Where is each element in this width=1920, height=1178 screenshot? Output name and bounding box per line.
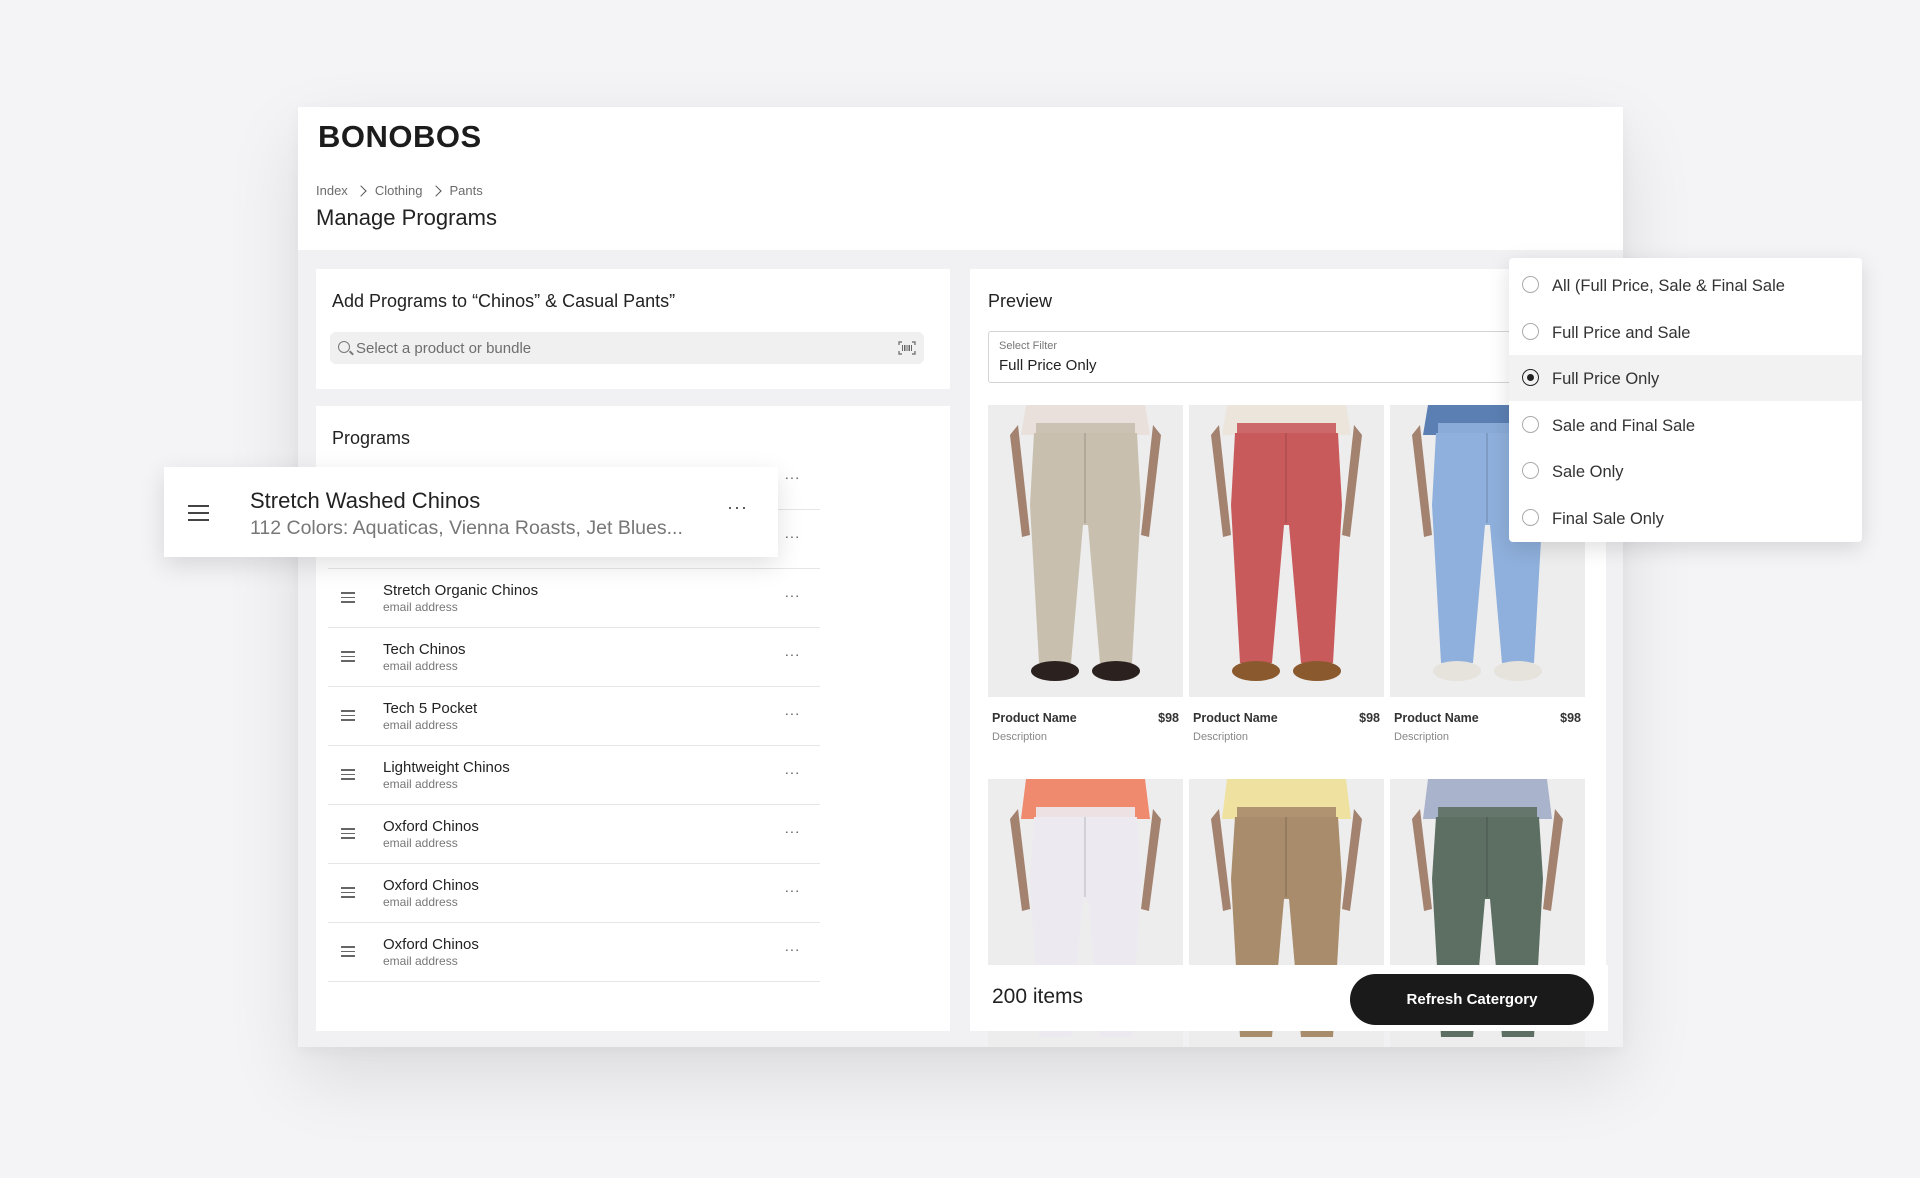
drag-handle-icon[interactable]: [341, 828, 355, 839]
more-options-icon[interactable]: ···: [785, 823, 801, 839]
product-name: Product Name: [992, 711, 1077, 725]
drag-handle-icon[interactable]: [341, 710, 355, 721]
program-name: Stretch Organic Chinos: [383, 582, 539, 599]
program-row[interactable]: Stretch Organic Chinos email address ···: [328, 569, 820, 628]
filter-option-label: Full Price and Sale: [1552, 323, 1691, 342]
program-subtitle: email address: [383, 895, 458, 909]
filter-value: Full Price Only: [999, 357, 1097, 374]
search-icon: [338, 341, 350, 353]
product-description: Description: [1394, 731, 1450, 743]
programs-title: Programs: [332, 428, 411, 448]
filter-option-label: Full Price Only: [1552, 370, 1660, 388]
program-row[interactable]: Lightweight Chinos email address ···: [328, 746, 820, 805]
more-options-icon[interactable]: ···: [785, 469, 801, 485]
program-name: Oxford Chinos: [383, 936, 479, 953]
drag-handle-icon[interactable]: [341, 651, 355, 662]
chevron-right-icon: [429, 184, 442, 197]
filter-option[interactable]: Full Price Only: [1509, 355, 1862, 401]
program-name: Tech Chinos: [383, 641, 466, 658]
breadcrumb-pants[interactable]: Pants: [450, 183, 483, 198]
program-row[interactable]: Oxford Chinos email address ···: [328, 805, 820, 864]
filter-option-label: Sale Only: [1552, 463, 1624, 481]
breadcrumb-clothing[interactable]: Clothing: [375, 183, 423, 198]
header: BONOBOS Index Clothing Pants Manage Prog…: [298, 107, 1623, 250]
product-name: Product Name: [1193, 711, 1278, 725]
filter-option-label: Sale and Final Sale: [1552, 416, 1696, 435]
filter-option[interactable]: Full Price and Sale: [1509, 309, 1862, 355]
program-row[interactable]: Tech Chinos email address ···: [328, 628, 820, 687]
more-options-icon[interactable]: ···: [785, 764, 801, 780]
drag-handle-icon[interactable]: [341, 887, 355, 898]
radio-button-icon[interactable]: [1522, 276, 1539, 293]
dragging-program-row[interactable]: Stretch Washed Chinos 112 Colors: Aquati…: [164, 467, 778, 557]
filter-option-label: Final Sale Only: [1552, 509, 1664, 528]
page-title: Manage Programs: [316, 205, 497, 230]
product-price: $98: [1359, 711, 1380, 725]
more-options-icon[interactable]: ···: [785, 646, 801, 662]
preview-footer: 200 items Refresh Catergory: [970, 965, 1608, 1031]
drag-handle-icon[interactable]: [341, 946, 355, 957]
filter-options-menu: All (Full Price, Sale & Final Sale Full P…: [1509, 258, 1862, 542]
breadcrumb: Index Clothing Pants: [316, 183, 483, 198]
product-price: $98: [1158, 711, 1179, 725]
product-price: $98: [1560, 711, 1581, 725]
filter-option-label: All (Full Price, Sale & Final Sale: [1552, 277, 1785, 295]
product-name: Product Name: [1394, 711, 1479, 725]
breadcrumb-index[interactable]: Index: [316, 183, 348, 198]
search-placeholder: Select a product or bundle: [356, 340, 532, 357]
radio-button-icon[interactable]: [1522, 415, 1539, 433]
program-subtitle: email address: [383, 600, 458, 614]
app-window: BONOBOS Index Clothing Pants Manage Prog…: [298, 107, 1623, 1047]
program-name: Stretch Washed Chinos: [250, 488, 481, 513]
product-description: Description: [1193, 731, 1249, 743]
radio-button-icon[interactable]: [1522, 369, 1539, 386]
preview-title: Preview: [988, 291, 1053, 311]
radio-button-icon[interactable]: [1522, 322, 1539, 340]
product-image: [988, 405, 1183, 697]
drag-handle-icon[interactable]: [188, 505, 209, 521]
refresh-category-button[interactable]: Refresh Catergory: [1350, 974, 1594, 1025]
more-options-icon[interactable]: ···: [785, 705, 801, 721]
radio-button-icon[interactable]: [1522, 462, 1539, 479]
product-image: [1189, 405, 1384, 697]
program-name: Tech 5 Pocket: [383, 700, 478, 717]
drag-handle-icon[interactable]: [341, 769, 355, 780]
filter-option[interactable]: All (Full Price, Sale & Final Sale: [1509, 262, 1862, 308]
select-filter-dropdown[interactable]: Select Filter Full Price Only: [988, 331, 1590, 383]
program-row[interactable]: Tech 5 Pocket email address ···: [328, 687, 820, 746]
more-options-icon[interactable]: ···: [785, 882, 801, 898]
add-programs-card: Add Programs to “Chinos” & Casual Pants”…: [316, 269, 950, 389]
brand-logo[interactable]: BONOBOS: [318, 119, 482, 155]
more-options-icon[interactable]: ···: [785, 587, 801, 603]
product-description: Description: [992, 731, 1048, 743]
program-colors: 112 Colors: Aquaticas, Vienna Roasts, Je…: [250, 517, 683, 539]
product-search-input[interactable]: Select a product or bundle: [330, 332, 924, 364]
add-programs-title: Add Programs to “Chinos” & Casual Pants”: [332, 291, 676, 311]
program-subtitle: email address: [383, 954, 458, 968]
more-options-icon[interactable]: ···: [785, 528, 801, 544]
radio-button-icon[interactable]: [1522, 508, 1539, 526]
barcode-scan-icon[interactable]: [898, 341, 916, 355]
program-name: Oxford Chinos: [383, 818, 479, 835]
program-subtitle: email address: [383, 836, 458, 850]
program-subtitle: email address: [383, 777, 458, 791]
program-row[interactable]: Oxford Chinos email address ···: [328, 864, 820, 923]
more-options-icon[interactable]: ···: [785, 941, 801, 957]
program-row[interactable]: Oxford Chinos email address ···: [328, 923, 820, 982]
program-name: Lightweight Chinos: [383, 759, 510, 776]
filter-option[interactable]: Sale Only: [1509, 448, 1862, 494]
chevron-right-icon: [355, 184, 367, 197]
item-count: 200 items: [992, 985, 1084, 1008]
filter-label: Select Filter: [999, 340, 1058, 352]
program-name: Oxford Chinos: [383, 877, 479, 894]
filter-option[interactable]: Sale and Final Sale: [1509, 402, 1862, 448]
more-options-icon[interactable]: ···: [727, 497, 748, 518]
filter-option[interactable]: Final Sale Only: [1509, 495, 1862, 541]
program-subtitle: email address: [383, 718, 458, 732]
program-subtitle: email address: [383, 659, 458, 673]
drag-handle-icon[interactable]: [341, 592, 355, 603]
